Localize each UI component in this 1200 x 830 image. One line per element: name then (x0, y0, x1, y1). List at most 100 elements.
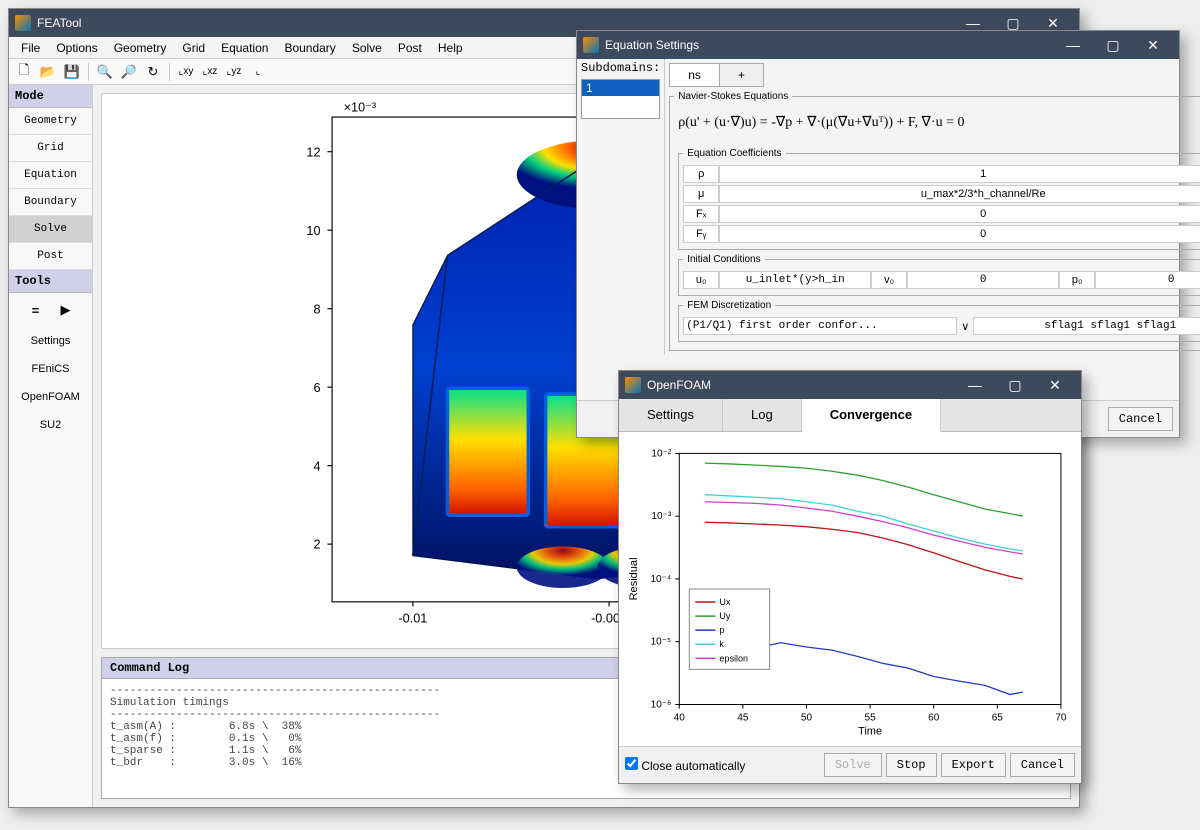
view-xy-icon[interactable]: ⌞xy (175, 61, 197, 83)
svg-text:Residual: Residual (628, 557, 640, 600)
mode-solve[interactable]: Solve (9, 216, 92, 243)
eq-tab-add[interactable]: + (719, 63, 764, 87)
of-titlebar[interactable]: OpenFOAM — ▢ ✕ (619, 371, 1081, 399)
menu-file[interactable]: File (13, 39, 48, 57)
fem-header: FEM Discretization (683, 300, 775, 311)
coeff-sym: Fₓ (683, 205, 719, 223)
maximize-icon[interactable]: ▢ (1093, 31, 1133, 59)
view-xz-icon[interactable]: ⌞xz (199, 61, 221, 83)
subdomain-item[interactable]: 1 (582, 80, 659, 96)
convergence-plot: 4045505560657010⁻²10⁻³10⁻⁴10⁻⁵10⁻⁶TimeRe… (619, 432, 1081, 746)
svg-text:p: p (719, 625, 724, 635)
svg-text:8: 8 (313, 302, 320, 316)
mode-geometry[interactable]: Geometry (9, 108, 92, 135)
close-icon[interactable]: ✕ (1133, 31, 1173, 59)
rotate-icon[interactable]: ↻ (142, 61, 164, 83)
subdomains-list[interactable]: 1 (581, 79, 660, 119)
svg-text:10⁻⁵: 10⁻⁵ (651, 637, 672, 648)
coeff-val[interactable]: u_max*2/3*h_channel/Re (719, 185, 1200, 203)
tools-header: Tools (9, 270, 92, 293)
fem-select[interactable] (683, 317, 957, 335)
open-icon[interactable]: 📂 (37, 61, 59, 83)
mode-grid[interactable]: Grid (9, 135, 92, 162)
menu-solve[interactable]: Solve (344, 39, 390, 57)
coeff-val[interactable]: 0 (719, 225, 1200, 243)
minimize-icon[interactable]: — (955, 371, 995, 399)
svg-text:6: 6 (313, 381, 320, 395)
solve-equals-icon[interactable]: = (25, 299, 47, 321)
eq-tab-ns[interactable]: ns (669, 63, 720, 87)
coeff-val[interactable]: 0 (719, 205, 1200, 223)
menu-post[interactable]: Post (390, 39, 430, 57)
menu-grid[interactable]: Grid (174, 39, 213, 57)
save-icon[interactable]: 💾 (61, 61, 83, 83)
svg-text:45: 45 (737, 713, 749, 724)
export-button[interactable]: Export (941, 753, 1006, 777)
view-yz-icon[interactable]: ⌞yz (223, 61, 245, 83)
new-icon[interactable]: 🗋 (13, 61, 35, 83)
init-sym: u₀ (683, 271, 719, 289)
app-icon (583, 37, 599, 53)
coeff-sym: μ (683, 185, 719, 203)
eq-group-title: Navier-Stokes Equations (674, 91, 792, 102)
menu-help[interactable]: Help (430, 39, 471, 57)
init-header: Initial Conditions (683, 254, 764, 265)
tool-settings[interactable]: Settings (9, 327, 92, 355)
coeff-header: Equation Coefficients (683, 148, 785, 159)
svg-text:50: 50 (801, 713, 813, 724)
svg-text:40: 40 (674, 713, 686, 724)
of-tab-convergence[interactable]: Convergence (802, 399, 941, 432)
svg-text:65: 65 (992, 713, 1004, 724)
tool-su2[interactable]: SU2 (9, 411, 92, 439)
coeff-val[interactable]: 1 (719, 165, 1200, 183)
svg-text:Time: Time (858, 726, 882, 738)
tool-openfoam[interactable]: OpenFOAM (9, 383, 92, 411)
maximize-icon[interactable]: ▢ (995, 371, 1035, 399)
coeff-sym: Fᵧ (683, 225, 719, 243)
eq-cancel-button[interactable]: Cancel (1108, 407, 1173, 431)
view-3d-icon[interactable]: ⌞ (247, 61, 269, 83)
eq-titlebar[interactable]: Equation Settings — ▢ ✕ (577, 31, 1179, 59)
of-tab-settings[interactable]: Settings (619, 399, 723, 431)
close-icon[interactable]: ✕ (1035, 371, 1075, 399)
init-val[interactable] (907, 271, 1059, 289)
solve-button[interactable]: Solve (824, 753, 882, 777)
mode-post[interactable]: Post (9, 243, 92, 270)
mode-boundary[interactable]: Boundary (9, 189, 92, 216)
openfoam-window: OpenFOAM — ▢ ✕ Settings Log Convergence … (618, 370, 1082, 784)
menu-options[interactable]: Options (48, 39, 105, 57)
menu-boundary[interactable]: Boundary (276, 39, 343, 57)
zoom-out-icon[interactable]: 🔎 (118, 61, 140, 83)
init-val[interactable] (1095, 271, 1200, 289)
main-title: FEATool (37, 16, 81, 30)
of-title: OpenFOAM (647, 378, 711, 392)
coeff-sym: ρ (683, 165, 719, 183)
app-icon (15, 15, 31, 31)
eq-title: Equation Settings (605, 38, 699, 52)
solve-run-icon[interactable]: ▶ (55, 299, 77, 321)
zoom-in-icon[interactable]: 🔍 (94, 61, 116, 83)
of-tab-log[interactable]: Log (723, 399, 802, 431)
svg-text:Ux: Ux (719, 597, 731, 607)
svg-text:10⁻⁶: 10⁻⁶ (651, 700, 672, 711)
stop-button[interactable]: Stop (886, 753, 937, 777)
close-auto-input[interactable] (625, 757, 638, 770)
fem-flags[interactable] (973, 317, 1200, 335)
mode-equation[interactable]: Equation (9, 162, 92, 189)
subdomains-label: Subdomains: (577, 59, 664, 77)
svg-text:epsilon: epsilon (719, 653, 748, 663)
menu-geometry[interactable]: Geometry (106, 39, 175, 57)
menu-equation[interactable]: Equation (213, 39, 276, 57)
close-auto-checkbox[interactable]: Close automatically (625, 757, 745, 773)
eq-formula: ρ(u' + (u·∇)u) = -∇p + ∇·(μ(∇u+∇uᵀ)) + F… (674, 106, 1196, 139)
init-val[interactable] (719, 271, 871, 289)
tool-fenics[interactable]: FEniCS (9, 355, 92, 383)
sidebar: Mode GeometryGridEquationBoundarySolvePo… (9, 85, 93, 807)
svg-text:4: 4 (313, 459, 320, 473)
svg-text:12: 12 (306, 145, 320, 159)
minimize-icon[interactable]: — (1053, 31, 1093, 59)
init-sym: v₀ (871, 271, 907, 289)
svg-text:Uy: Uy (719, 611, 731, 621)
app-icon (625, 377, 641, 393)
cancel-button[interactable]: Cancel (1010, 753, 1075, 777)
